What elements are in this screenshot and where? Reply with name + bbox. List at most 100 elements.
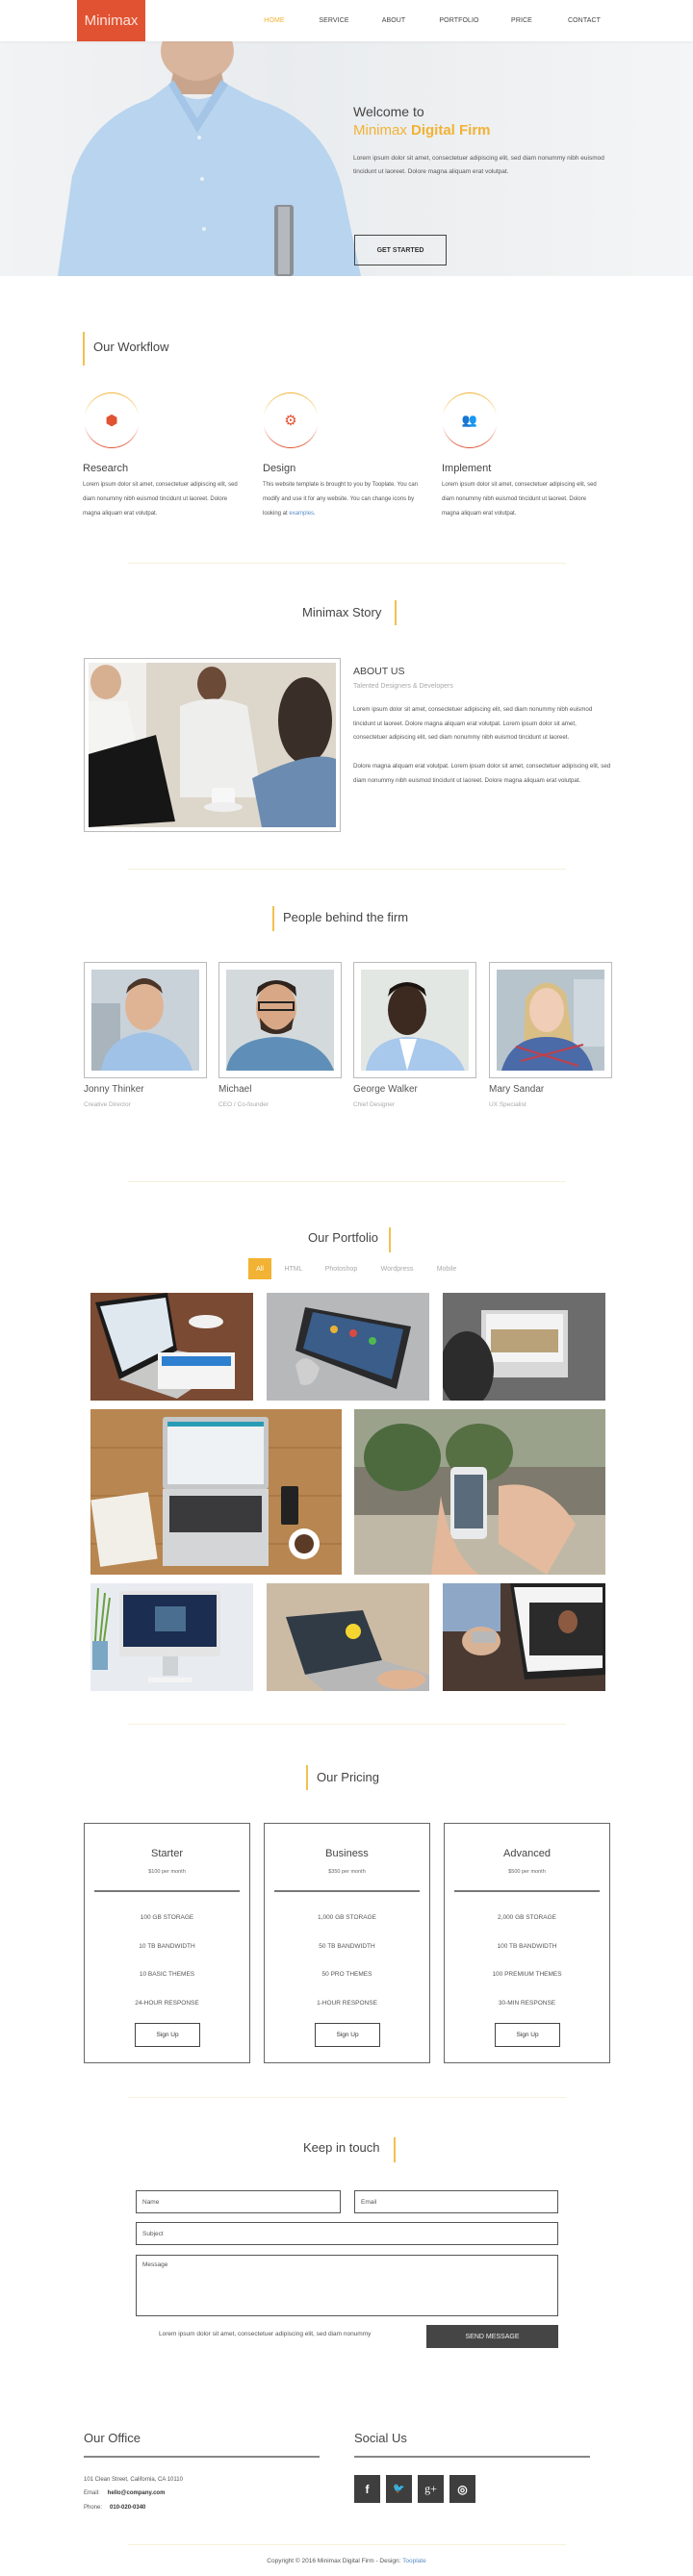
users-icon: 👥	[442, 392, 498, 448]
filter-tab-html[interactable]: HTML	[279, 1258, 308, 1279]
michael-photo	[226, 970, 334, 1071]
pricing-card-business: Business $350 per month 1,000 GB STORAGE…	[264, 1823, 430, 2063]
get-started-button[interactable]: GET STARTED	[354, 235, 447, 265]
workflow-item-title: Design	[263, 463, 296, 474]
nav-portfolio[interactable]: PORTFOLIO	[438, 0, 480, 41]
section-divider	[128, 2544, 566, 2545]
mary-sandar-photo	[497, 970, 604, 1071]
nav-about[interactable]: ABOUT	[377, 0, 410, 41]
office-email: Email: hello@company.com	[84, 2490, 166, 2496]
plan-feature: 50 TB BANDWIDTH	[319, 1943, 375, 1950]
team-member-role: Chief Designer	[353, 1101, 395, 1108]
about-paragraph: Dolore magna aliquam erat volutpat. Lore…	[353, 763, 611, 784]
plan-name: Starter	[150, 1848, 183, 1859]
team-photo-frame	[84, 962, 207, 1078]
tooplate-link[interactable]: Tooplate	[402, 2558, 426, 2564]
team-member-role: UX Specialist	[489, 1101, 526, 1108]
plan-feature: 1,000 GB STORAGE	[318, 1914, 376, 1921]
story-title: Minimax Story	[302, 605, 382, 619]
social-title: Social Us	[354, 2431, 407, 2445]
team-member-name: Michael	[218, 1084, 252, 1095]
section-divider	[128, 563, 566, 564]
sign-up-button[interactable]: Sign Up	[315, 2023, 380, 2047]
about-title: ABOUT US	[353, 666, 405, 677]
google-plus-icon[interactable]: g+	[418, 2475, 444, 2503]
about-paragraph: Lorem ipsum dolor sit amet, consectetuer…	[353, 706, 593, 741]
team-meeting-photo	[89, 663, 336, 827]
heading-accent-bar	[83, 332, 85, 366]
team-photo-frame	[489, 962, 612, 1078]
team-photo-frame	[218, 962, 342, 1078]
office-title: Our Office	[84, 2431, 141, 2445]
filter-tab-photoshop[interactable]: Photoshop	[320, 1258, 363, 1279]
email-link[interactable]: hello@company.com	[108, 2490, 166, 2496]
pricing-title: Our Pricing	[317, 1770, 380, 1784]
laptop-and-tablet-photo[interactable]	[90, 1293, 253, 1401]
section-divider	[128, 1181, 566, 1182]
imac-browsing-photo[interactable]	[443, 1293, 605, 1401]
top-navbar: Minimax HOME SERVICE ABOUT PORTFOLIO PRI…	[0, 0, 693, 41]
name-input[interactable]: Name	[136, 2190, 341, 2213]
smartphone-on-macbook-photo[interactable]	[267, 1293, 429, 1401]
workflow-item-title: Implement	[442, 463, 492, 474]
imac-with-plant-photo[interactable]	[90, 1583, 253, 1691]
heading-accent-bar	[272, 906, 274, 931]
plan-divider	[94, 1890, 240, 1892]
phone-number: 010-020-0340	[110, 2505, 146, 2511]
hero-title-light: Minimax	[353, 122, 412, 139]
team-title: People behind the firm	[283, 910, 409, 924]
plan-feature: 30-MIN RESPONSE	[498, 2000, 556, 2007]
section-divider	[128, 1724, 566, 1725]
plan-name: Advanced	[503, 1848, 551, 1859]
sign-up-button[interactable]: Sign Up	[135, 2023, 200, 2047]
heading-accent-bar	[389, 1227, 391, 1252]
workflow-title: Our Workflow	[93, 340, 169, 354]
subject-input[interactable]: Subject	[136, 2222, 558, 2245]
plan-feature: 10 BASIC THEMES	[139, 1971, 195, 1978]
team-member-name: Mary Sandar	[489, 1084, 545, 1095]
send-message-button[interactable]: SEND MESSAGE	[426, 2325, 558, 2348]
plan-feature: 2,000 GB STORAGE	[498, 1914, 556, 1921]
twitter-icon[interactable]: 🐦	[386, 2475, 412, 2503]
jonny-thinker-photo	[91, 970, 199, 1071]
nav-price[interactable]: PRICE	[505, 0, 538, 41]
email-input[interactable]: Email	[354, 2190, 558, 2213]
workflow-item-text: Lorem ipsum dolor sit amet, consectetuer…	[83, 482, 238, 517]
plan-divider	[454, 1890, 600, 1892]
message-textarea[interactable]: Message	[136, 2255, 558, 2316]
contact-note: Lorem ipsum dolor sit amet, consectetuer…	[159, 2331, 372, 2337]
contact-title: Keep in touch	[303, 2140, 380, 2155]
laptop-on-desk-photo[interactable]	[90, 1409, 342, 1575]
office-phone: Phone: 010-020-0340	[84, 2505, 146, 2511]
team-member-name: Jonny Thinker	[84, 1084, 144, 1095]
section-divider	[128, 2097, 566, 2098]
facebook-icon[interactable]: f	[354, 2475, 380, 2503]
dribbble-icon[interactable]: ◎	[449, 2475, 475, 2503]
story-photo-frame	[84, 658, 341, 832]
office-address: 101 Clean Street, California, CA 10110	[84, 2477, 183, 2483]
hero-title-bold: Digital Firm	[411, 122, 491, 139]
filter-tab-all[interactable]: All	[248, 1258, 271, 1279]
plan-feature: 100 TB BANDWIDTH	[497, 1943, 557, 1950]
sign-up-button[interactable]: Sign Up	[495, 2023, 560, 2047]
heading-accent-bar	[395, 600, 397, 625]
heading-accent-bar	[394, 2137, 396, 2162]
filter-tab-mobile[interactable]: Mobile	[431, 1258, 462, 1279]
filter-tab-wordpress[interactable]: Wordpress	[375, 1258, 419, 1279]
workflow-item-title: Research	[83, 463, 129, 474]
logo[interactable]: Minimax	[77, 0, 145, 41]
laptop-website-photo[interactable]	[443, 1583, 605, 1691]
laptop-typing-photo[interactable]	[267, 1583, 429, 1691]
plan-price: $350 per month	[328, 1869, 366, 1875]
pricing-card-advanced: Advanced $500 per month 2,000 GB STORAGE…	[444, 1823, 610, 2063]
nav-home[interactable]: HOME	[258, 0, 291, 41]
nav-contact[interactable]: CONTACT	[565, 0, 603, 41]
team-photo-frame	[353, 962, 476, 1078]
team-member-role: CEO / Co-founder	[218, 1101, 270, 1108]
examples-link[interactable]: examples	[289, 511, 314, 517]
plan-price: $100 per month	[148, 1869, 186, 1875]
team-member-name: George Walker	[353, 1084, 418, 1095]
hands-with-iphone-photo[interactable]	[354, 1409, 605, 1575]
nav-service[interactable]: SERVICE	[318, 0, 350, 41]
plan-feature: 24-HOUR RESPONSE	[135, 2000, 199, 2007]
